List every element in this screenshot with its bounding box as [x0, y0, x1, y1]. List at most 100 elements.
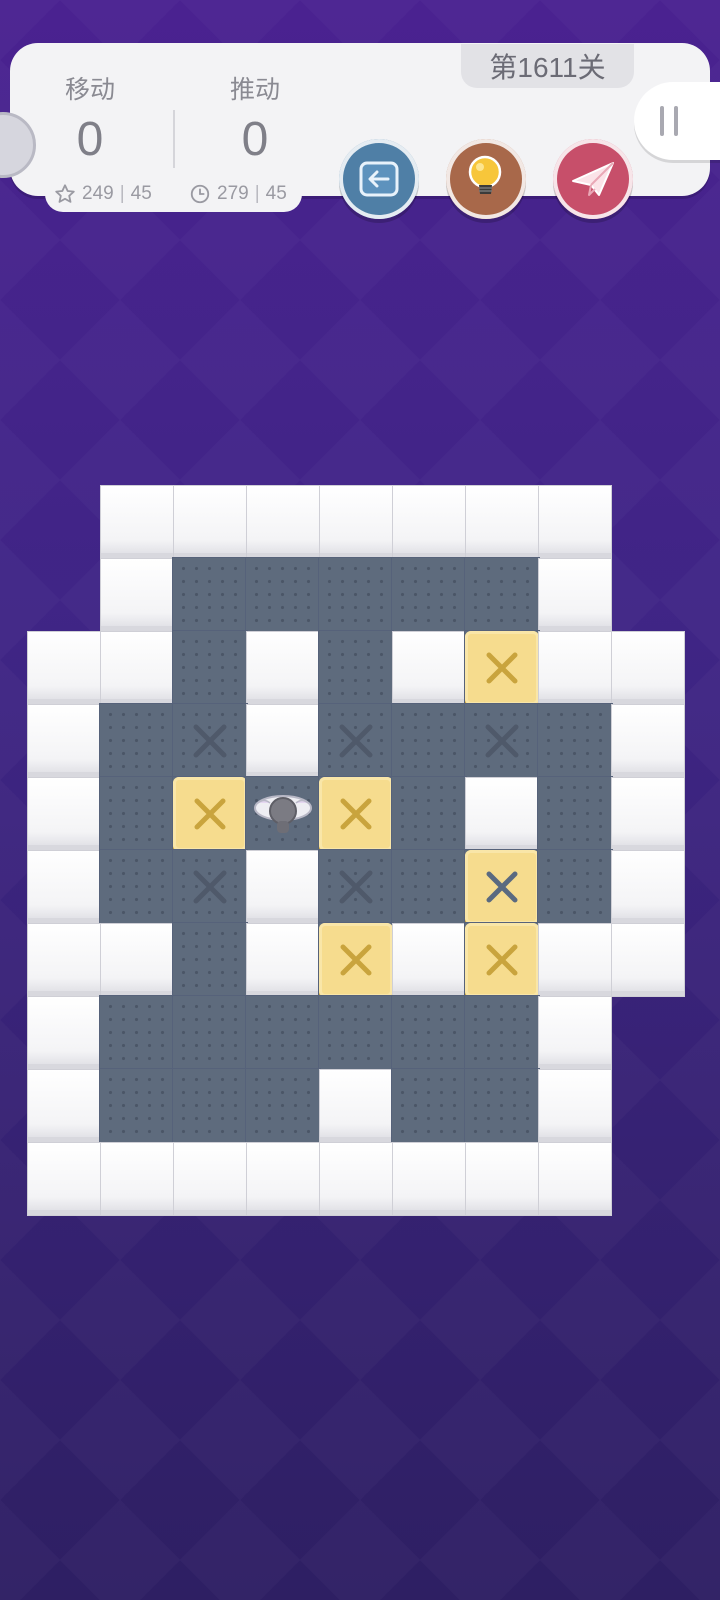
time-separator: | — [254, 183, 260, 204]
star-stat: 249 | 45 — [54, 183, 152, 205]
floor-tile[interactable] — [537, 776, 613, 852]
floor-tile[interactable] — [99, 849, 175, 925]
pause-icon — [660, 106, 664, 136]
goal-x-icon — [193, 724, 227, 758]
floor-tile[interactable] — [245, 557, 321, 633]
player-character[interactable] — [246, 777, 320, 851]
crate-x-icon — [194, 798, 226, 830]
undo-button[interactable] — [339, 139, 419, 219]
wall-tile — [100, 485, 174, 559]
wall-tile — [246, 1142, 320, 1216]
wall-tile — [611, 631, 685, 705]
lightbulb-icon — [468, 155, 502, 194]
wall-tile — [538, 485, 612, 559]
pushes-counter: 0 — [241, 113, 269, 166]
goal-marker[interactable] — [173, 850, 247, 924]
wall-tile — [246, 923, 320, 997]
wall-tile — [173, 485, 247, 559]
goal-marker[interactable] — [319, 850, 393, 924]
floor-tile[interactable] — [99, 703, 175, 779]
wall-tile — [538, 558, 612, 632]
floor-tile[interactable] — [172, 557, 248, 633]
wall-tile — [27, 850, 101, 924]
wall-tile — [27, 1142, 101, 1216]
level-label: 第1611关 — [489, 52, 606, 83]
floor-tile[interactable] — [464, 1068, 540, 1144]
floor-tile[interactable] — [391, 1068, 467, 1144]
floor-tile[interactable] — [537, 703, 613, 779]
wall-tile — [611, 850, 685, 924]
wall-tile — [465, 485, 539, 559]
wall-tile — [27, 631, 101, 705]
wall-tile — [246, 850, 320, 924]
wall-tile — [27, 777, 101, 851]
wall-tile — [611, 777, 685, 851]
crate[interactable] — [465, 631, 539, 705]
wall-tile — [100, 923, 174, 997]
paper-plane-icon — [572, 162, 614, 196]
floor-tile[interactable] — [172, 1068, 248, 1144]
wall-tile — [538, 631, 612, 705]
wall-tile — [27, 923, 101, 997]
crate-on-goal[interactable] — [465, 850, 539, 924]
floor-tile[interactable] — [391, 557, 467, 633]
star-separator: | — [119, 183, 125, 204]
goal-marker[interactable] — [319, 704, 393, 778]
goal-marker[interactable] — [173, 704, 247, 778]
wall-tile — [319, 485, 393, 559]
wall-tile — [100, 1142, 174, 1216]
floor-tile[interactable] — [391, 849, 467, 925]
floor-tile[interactable] — [99, 1068, 175, 1144]
undo-arrow-icon — [359, 161, 399, 197]
floor-tile[interactable] — [99, 995, 175, 1071]
floor-tile[interactable] — [391, 995, 467, 1071]
floor-tile[interactable] — [391, 776, 467, 852]
hint-button[interactable] — [446, 139, 526, 219]
floor-tile[interactable] — [172, 995, 248, 1071]
floor-tile[interactable] — [318, 995, 394, 1071]
wall-tile — [538, 1142, 612, 1216]
wall-tile — [100, 631, 174, 705]
star-icon — [55, 184, 75, 203]
floor-tile[interactable] — [318, 630, 394, 706]
wall-tile — [27, 996, 101, 1070]
goal-x-icon — [339, 870, 373, 904]
crate-x-icon — [340, 944, 372, 976]
floor-tile[interactable] — [464, 995, 540, 1071]
wall-tile — [319, 1142, 393, 1216]
crate[interactable] — [465, 923, 539, 997]
wall-tile — [100, 558, 174, 632]
floor-tile[interactable] — [172, 922, 248, 998]
goal-x-icon — [485, 724, 519, 758]
floor-tile[interactable] — [245, 995, 321, 1071]
time-target: 45 — [265, 183, 287, 204]
goal-marker[interactable] — [465, 704, 539, 778]
moves-counter: 0 — [76, 113, 104, 166]
share-button[interactable] — [553, 139, 633, 219]
player-icon — [254, 795, 312, 833]
wall-tile — [392, 1142, 466, 1216]
floor-tile[interactable] — [537, 849, 613, 925]
crate-x-icon — [340, 798, 372, 830]
floor-tile[interactable] — [172, 630, 248, 706]
wall-tile — [246, 704, 320, 778]
wall-tile — [173, 1142, 247, 1216]
wall-tile — [392, 923, 466, 997]
wall-tile — [392, 631, 466, 705]
crate[interactable] — [173, 777, 247, 851]
crate-x-icon — [486, 944, 518, 976]
floor-tile[interactable] — [464, 557, 540, 633]
crate[interactable] — [319, 923, 393, 997]
wall-tile — [27, 1069, 101, 1143]
crate[interactable] — [319, 777, 393, 851]
wall-tile — [246, 631, 320, 705]
floor-tile[interactable] — [99, 776, 175, 852]
floor-tile[interactable] — [245, 1068, 321, 1144]
wall-tile — [392, 485, 466, 559]
star-target: 45 — [130, 183, 152, 204]
pause-button[interactable] — [634, 82, 720, 160]
star-best: 249 — [82, 183, 114, 204]
floor-tile[interactable] — [318, 557, 394, 633]
crate-x-icon — [486, 652, 518, 684]
floor-tile[interactable] — [391, 703, 467, 779]
